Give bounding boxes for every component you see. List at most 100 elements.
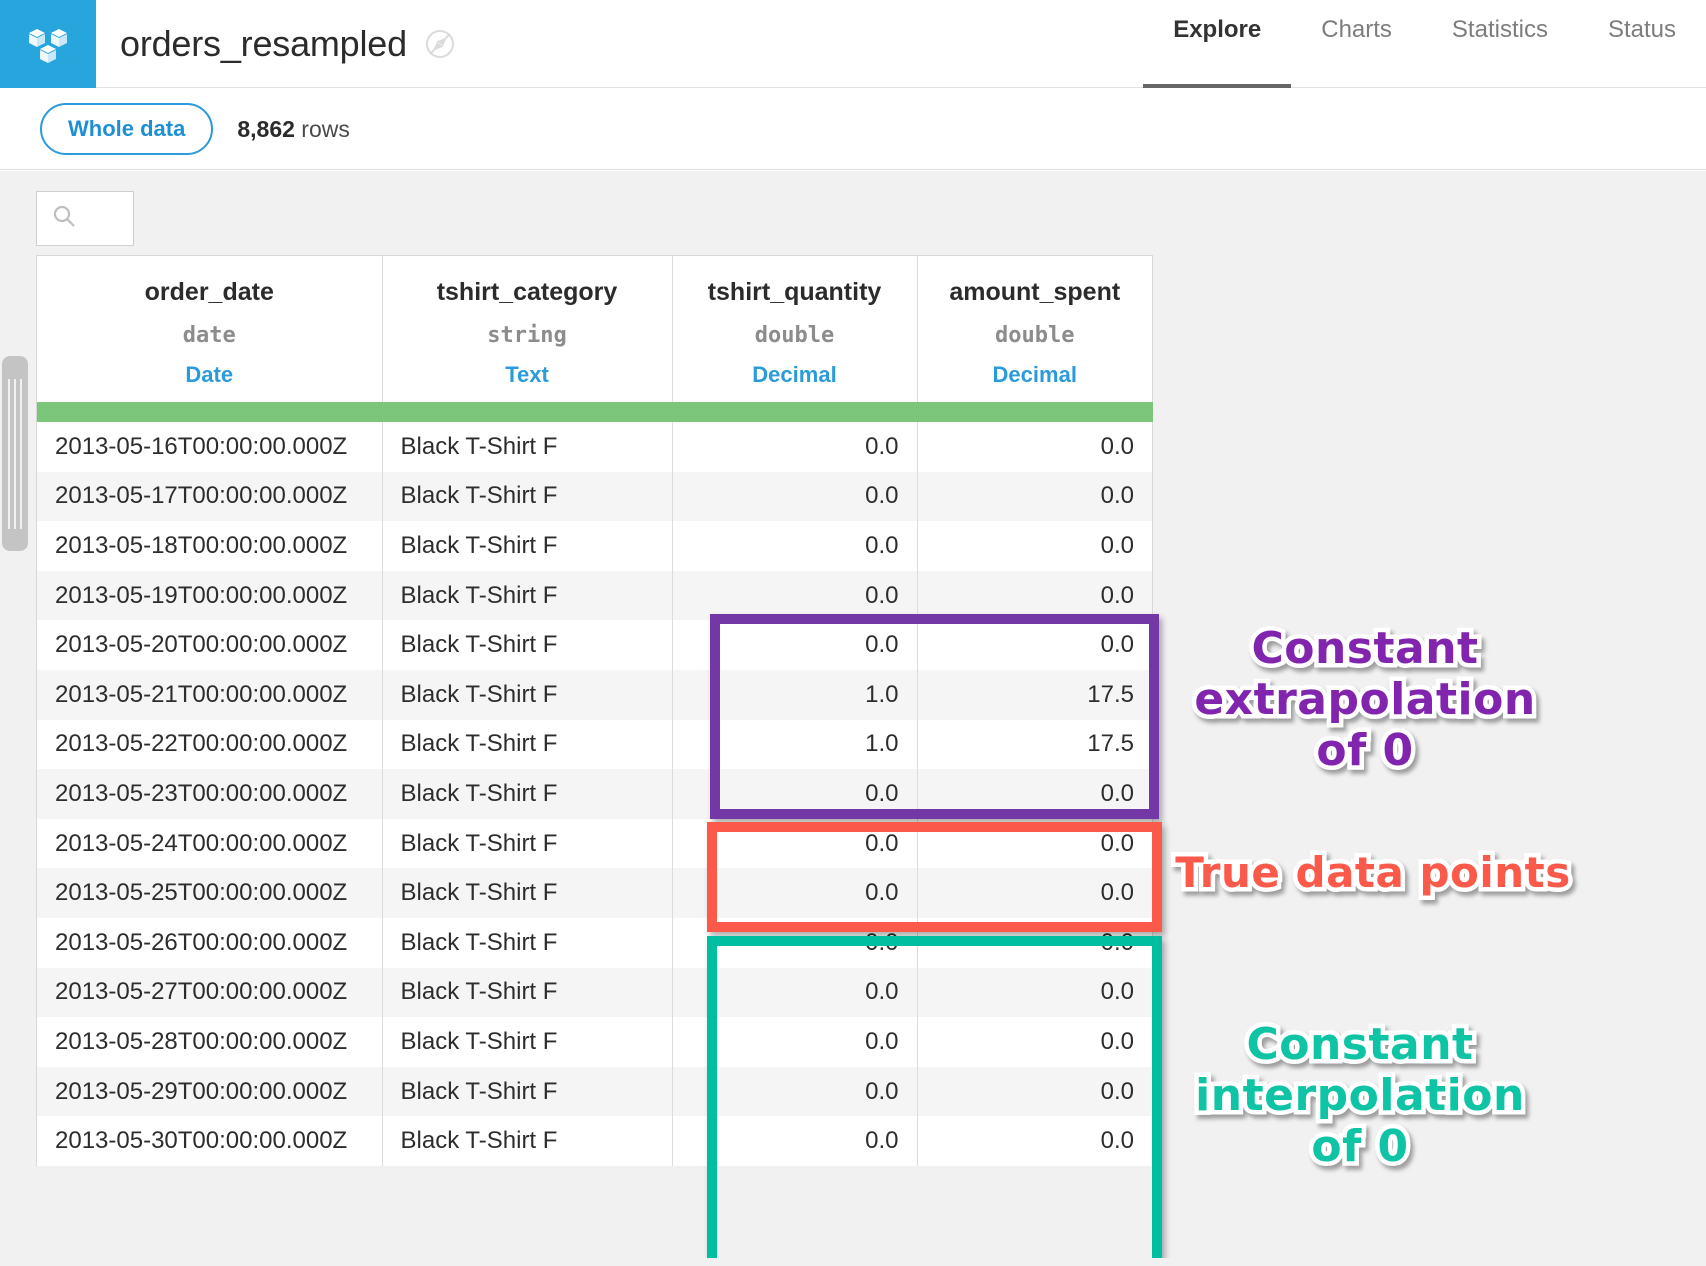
explore-canvas: order_date date Date tshirt_category str… — [0, 171, 1706, 1266]
cell-tshirt-category: Black T-Shirt F — [382, 868, 672, 918]
cell-order-date: 2013-05-21T00:00:00.000Z — [37, 670, 382, 720]
grid-body: 2013-05-16T00:00:00.000ZBlack T-Shirt F0… — [37, 422, 1152, 1166]
cell-amount-spent: 0.0 — [917, 422, 1152, 472]
table-row[interactable]: 2013-05-20T00:00:00.000ZBlack T-Shirt F0… — [37, 620, 1152, 670]
row-count-unit: rows — [301, 116, 350, 142]
column-type: double — [691, 323, 899, 348]
cell-tshirt-quantity: 0.0 — [672, 571, 917, 621]
table-row[interactable]: 2013-05-22T00:00:00.000ZBlack T-Shirt F1… — [37, 720, 1152, 770]
cell-order-date: 2013-05-24T00:00:00.000Z — [37, 819, 382, 869]
row-count-value: 8,862 — [237, 116, 295, 142]
cell-order-date: 2013-05-29T00:00:00.000Z — [37, 1067, 382, 1117]
grip-line — [14, 379, 16, 529]
cell-tshirt-quantity: 1.0 — [672, 720, 917, 770]
compass-icon[interactable] — [425, 29, 455, 59]
column-name: amount_spent — [936, 278, 1135, 307]
cell-tshirt-quantity: 0.0 — [672, 819, 917, 869]
cell-tshirt-category: Black T-Shirt F — [382, 720, 672, 770]
cell-amount-spent: 0.0 — [917, 620, 1152, 670]
column-type: double — [936, 323, 1135, 348]
cell-tshirt-quantity: 0.0 — [672, 521, 917, 571]
cell-order-date: 2013-05-28T00:00:00.000Z — [37, 1017, 382, 1067]
column-meaning[interactable]: Decimal — [691, 362, 899, 388]
column-quality-bar — [37, 402, 1152, 422]
cell-amount-spent: 0.0 — [917, 1067, 1152, 1117]
whole-data-pill[interactable]: Whole data — [40, 103, 213, 155]
cell-tshirt-category: Black T-Shirt F — [382, 472, 672, 522]
grip-line — [20, 379, 22, 529]
cell-amount-spent: 0.0 — [917, 1116, 1152, 1166]
column-meaning[interactable]: Date — [55, 362, 364, 388]
column-type: date — [55, 323, 364, 348]
dataset-subheader: Whole data 8,862 rows — [0, 89, 1706, 170]
column-header-amount-spent[interactable]: amount_spent double Decimal — [917, 256, 1152, 402]
cell-order-date: 2013-05-20T00:00:00.000Z — [37, 620, 382, 670]
cell-order-date: 2013-05-26T00:00:00.000Z — [37, 918, 382, 968]
cell-order-date: 2013-05-23T00:00:00.000Z — [37, 769, 382, 819]
cell-amount-spent: 0.0 — [917, 472, 1152, 522]
table-row[interactable]: 2013-05-19T00:00:00.000ZBlack T-Shirt F0… — [37, 571, 1152, 621]
cell-tshirt-quantity: 0.0 — [672, 918, 917, 968]
grid-header: order_date date Date tshirt_category str… — [37, 256, 1152, 422]
table-row[interactable]: 2013-05-28T00:00:00.000ZBlack T-Shirt F0… — [37, 1017, 1152, 1067]
tab-explore[interactable]: Explore — [1143, 0, 1291, 88]
cell-amount-spent: 0.0 — [917, 918, 1152, 968]
cell-tshirt-category: Black T-Shirt F — [382, 1116, 672, 1166]
tab-statistics[interactable]: Statistics — [1422, 0, 1578, 88]
cell-amount-spent: 0.0 — [917, 968, 1152, 1018]
cell-tshirt-category: Black T-Shirt F — [382, 670, 672, 720]
column-meaning[interactable]: Decimal — [936, 362, 1135, 388]
cell-tshirt-quantity: 0.0 — [672, 620, 917, 670]
table-row[interactable]: 2013-05-21T00:00:00.000ZBlack T-Shirt F 1… — [37, 670, 1152, 720]
annotation-label-true-data: True data points — [1163, 849, 1583, 898]
cell-tshirt-category: Black T-Shirt F — [382, 819, 672, 869]
page-title: orders_resampled — [120, 23, 407, 65]
column-type: string — [401, 323, 654, 348]
column-header-order-date[interactable]: order_date date Date — [37, 256, 382, 402]
cell-order-date: 2013-05-22T00:00:00.000Z — [37, 720, 382, 770]
quality-bar-segment — [37, 402, 382, 422]
cell-tshirt-category: Black T-Shirt F — [382, 620, 672, 670]
cubes-logo-icon — [25, 21, 71, 67]
column-header-tshirt-quantity[interactable]: tshirt_quantity double Decimal — [672, 256, 917, 402]
table-row[interactable]: 2013-05-29T00:00:00.000ZBlack T-Shirt F0… — [37, 1067, 1152, 1117]
cell-order-date: 2013-05-16T00:00:00.000Z — [37, 422, 382, 472]
viewport-bottom-edge — [0, 1258, 1706, 1266]
search-input[interactable] — [36, 191, 134, 246]
table-row[interactable]: 2013-05-18T00:00:00.000ZBlack T-Shirt F0… — [37, 521, 1152, 571]
table-row[interactable]: 2013-05-16T00:00:00.000ZBlack T-Shirt F 0… — [37, 422, 1152, 472]
quality-bar-segment — [917, 402, 1152, 422]
table-row[interactable]: 2013-05-17T00:00:00.000ZBlack T-Shirt F0… — [37, 472, 1152, 522]
cell-tshirt-category: Black T-Shirt F — [382, 968, 672, 1018]
panel-resize-handle[interactable] — [2, 356, 28, 551]
cell-order-date: 2013-05-19T00:00:00.000Z — [37, 571, 382, 621]
cell-amount-spent: 0.0 — [917, 819, 1152, 869]
cell-tshirt-category: Black T-Shirt F — [382, 422, 672, 472]
app-root: orders_resampled Explore Charts Statisti… — [0, 0, 1706, 1266]
dataset-title-area: orders_resampled — [96, 0, 455, 87]
cell-amount-spent: 17.5 — [917, 670, 1152, 720]
table-row[interactable]: 2013-05-24T00:00:00.000ZBlack T-Shirt F0… — [37, 819, 1152, 869]
row-count: 8,862 rows — [237, 116, 350, 143]
column-meaning[interactable]: Text — [401, 362, 654, 388]
table-row[interactable]: 2013-05-23T00:00:00.000ZBlack T-Shirt F0… — [37, 769, 1152, 819]
table-row[interactable]: 2013-05-26T00:00:00.000ZBlack T-Shirt F0… — [37, 918, 1152, 968]
cell-tshirt-category: Black T-Shirt F — [382, 1067, 672, 1117]
cell-tshirt-quantity: 0.0 — [672, 472, 917, 522]
cell-order-date: 2013-05-25T00:00:00.000Z — [37, 868, 382, 918]
table-row[interactable]: 2013-05-30T00:00:00.000ZBlack T-Shirt F0… — [37, 1116, 1152, 1166]
cell-amount-spent: 0.0 — [917, 521, 1152, 571]
app-logo[interactable] — [0, 0, 96, 88]
cell-tshirt-quantity: 0.0 — [672, 1067, 917, 1117]
cell-tshirt-category: Black T-Shirt F — [382, 1017, 672, 1067]
table-row[interactable]: 2013-05-27T00:00:00.000ZBlack T-Shirt F0… — [37, 968, 1152, 1018]
cell-amount-spent: 0.0 — [917, 769, 1152, 819]
tab-charts[interactable]: Charts — [1291, 0, 1422, 88]
tab-status[interactable]: Status — [1578, 0, 1706, 88]
annotation-label-interpolation: Constant interpolation of 0 — [1170, 1019, 1550, 1172]
column-name: tshirt_category — [401, 278, 654, 307]
app-header: orders_resampled Explore Charts Statisti… — [0, 0, 1706, 88]
table-row[interactable]: 2013-05-25T00:00:00.000ZBlack T-Shirt F0… — [37, 868, 1152, 918]
column-header-tshirt-category[interactable]: tshirt_category string Text — [382, 256, 672, 402]
search-icon — [51, 203, 77, 234]
